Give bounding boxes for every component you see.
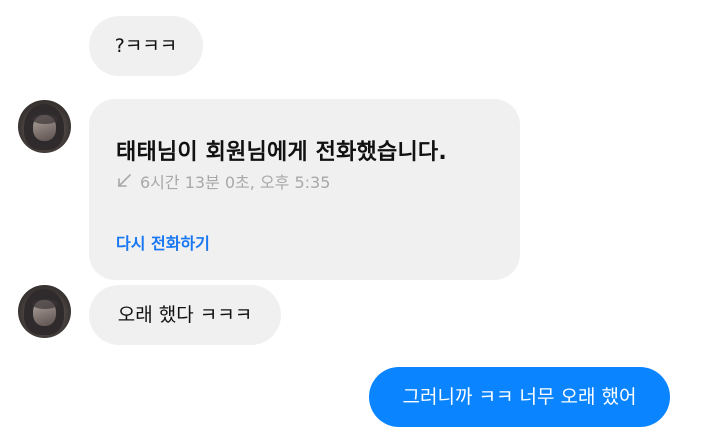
message-text: ?ㅋㅋㅋ <box>114 34 178 57</box>
message-text: 그러니까 ㅋㅋ 너무 오래 했어 <box>402 385 637 408</box>
message-text: 오래 했다 ㅋㅋㅋ <box>117 303 253 326</box>
incoming-message-bubble[interactable]: 오래 했다 ㅋㅋㅋ <box>89 285 281 345</box>
call-log-details: 6시간 13분 0초, 오후 5:35 <box>116 169 330 193</box>
avatar[interactable] <box>18 285 71 338</box>
call-log-duration-time: 6시간 13분 0초, 오후 5:35 <box>140 173 331 192</box>
call-log-title: 태태님이 회원님에게 전화했습니다. <box>116 140 447 165</box>
call-arrow-icon <box>118 174 131 187</box>
avatar[interactable] <box>18 100 71 153</box>
outgoing-message-bubble[interactable]: 그러니까 ㅋㅋ 너무 오래 했어 <box>369 367 670 427</box>
call-log-card[interactable]: 태태님이 회원님에게 전화했습니다. 6시간 13분 0초, 오후 5:35 다… <box>89 99 520 280</box>
incoming-message-bubble[interactable]: ?ㅋㅋㅋ <box>89 16 203 76</box>
call-back-button[interactable]: 다시 전화하기 <box>116 230 210 254</box>
